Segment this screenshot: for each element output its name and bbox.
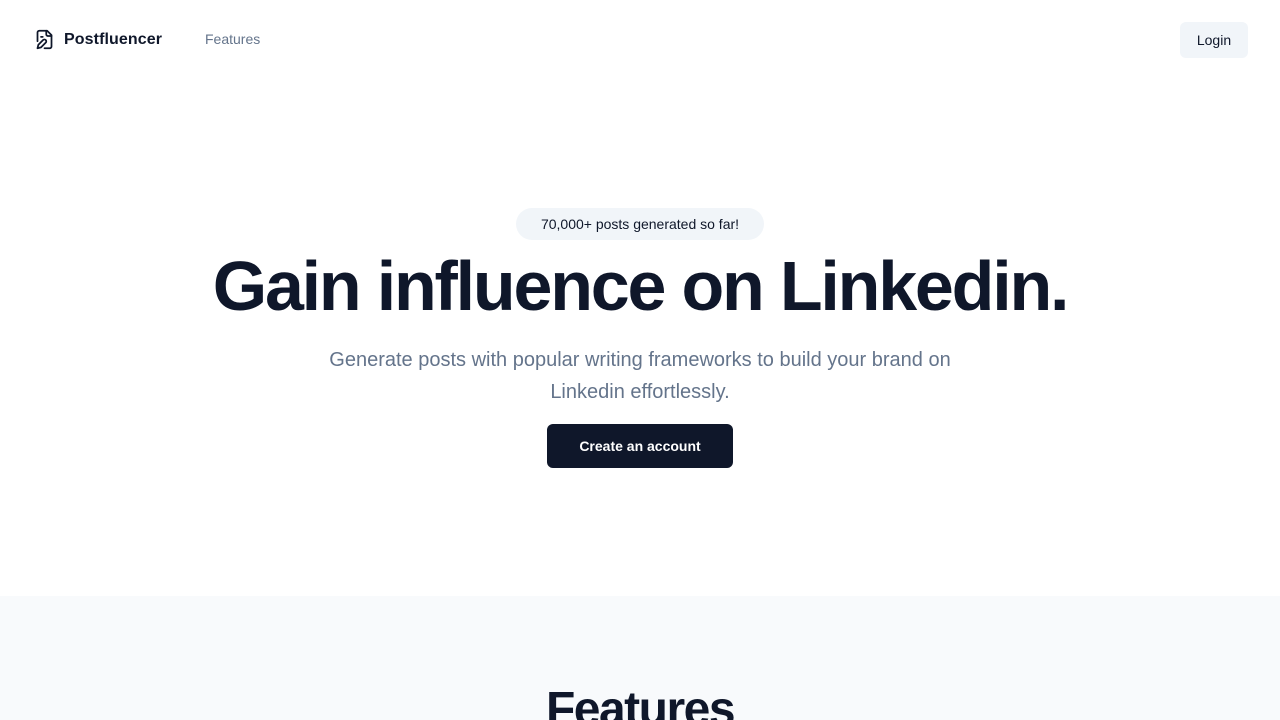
- site-header: Postfluencer Features Login: [0, 0, 1280, 80]
- file-pen-icon: [36, 29, 53, 50]
- posts-count-badge: 70,000+ posts generated so far!: [516, 208, 764, 240]
- features-section: Features: [0, 596, 1280, 720]
- landing-page: Postfluencer Features Login 70,000+ post…: [0, 0, 1280, 720]
- hero-title: Gain influence on Linkedin.: [212, 247, 1070, 325]
- features-heading: Features: [545, 683, 736, 720]
- hero-subtitle: Generate posts with popular writing fram…: [329, 349, 951, 403]
- brand-logo-link[interactable]: Postfluencer: [34, 29, 162, 50]
- brand-name: Postfluencer: [64, 30, 163, 48]
- login-button[interactable]: Login: [1180, 22, 1248, 58]
- nav-link-features[interactable]: Features: [205, 31, 260, 47]
- create-account-button[interactable]: Create an account: [547, 424, 733, 468]
